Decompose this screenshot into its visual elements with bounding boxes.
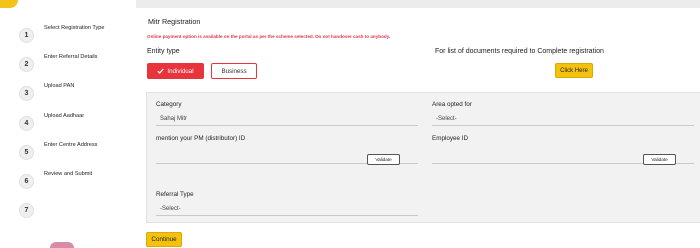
validate-employee-id-button[interactable]: Validate: [643, 154, 676, 165]
referral-type-label: Referral Type: [156, 191, 194, 198]
check-icon: [157, 68, 165, 74]
step-label: Upload Aadhaar: [44, 113, 85, 119]
main-content: Mitr Registration Online payment option …: [136, 8, 700, 248]
entity-type-label: Entity type: [147, 48, 180, 55]
individual-label: Individual: [167, 67, 194, 75]
step-number: 3: [19, 86, 34, 101]
step-2: 2 Enter Referral Details: [0, 54, 136, 77]
step-label: Select Registration Type: [44, 25, 105, 31]
employee-id-label: Employee ID: [432, 135, 469, 142]
area-opted-label: Area opted for: [432, 101, 472, 108]
registration-steps-sidebar: 1 Select Registration Type 2 Enter Refer…: [0, 0, 136, 248]
click-here-button[interactable]: Click Here: [555, 63, 593, 78]
step-label: Upload PAN: [44, 83, 75, 89]
step-number: 7: [19, 203, 34, 218]
payment-notice: Online payment option is available on th…: [147, 34, 391, 39]
step-number: 2: [19, 57, 34, 72]
documents-label: For list of documents required to Comple…: [435, 48, 604, 55]
page-title: Mitr Registration: [148, 17, 201, 26]
step-3: 3 Upload PAN: [0, 83, 136, 106]
step-number: 1: [19, 28, 34, 43]
logo: [0, 0, 18, 8]
registration-form-panel: Category Sahaj Mitr Area opted for -Sele…: [146, 92, 700, 223]
validate-pm-id-button[interactable]: Validate: [367, 154, 400, 165]
pm-id-label: mention your PM (distributor) ID: [156, 135, 246, 142]
avatar: [50, 242, 74, 248]
individual-button[interactable]: Individual: [147, 63, 204, 79]
continue-button[interactable]: Continue: [146, 232, 182, 247]
step-label: Review and Submit: [44, 171, 93, 177]
step-label: Enter Centre Address: [44, 142, 98, 148]
referral-type-select[interactable]: -Select-: [156, 203, 418, 216]
step-number: 4: [19, 116, 34, 131]
step-5: 5 Enter Centre Address: [0, 142, 136, 165]
step-7: 7: [0, 203, 136, 223]
category-select[interactable]: Sahaj Mitr: [156, 113, 418, 126]
step-4: 4 Upload Aadhaar: [0, 113, 136, 136]
step-label: Enter Referral Details: [44, 54, 98, 60]
area-opted-select[interactable]: -Select-: [432, 113, 694, 126]
category-label: Category: [156, 101, 182, 108]
business-button[interactable]: Business: [211, 63, 257, 79]
step-6: 6 Review and Submit: [0, 171, 136, 194]
step-number: 5: [19, 145, 34, 160]
step-number: 6: [19, 174, 34, 189]
step-1: 1 Select Registration Type: [0, 25, 136, 48]
